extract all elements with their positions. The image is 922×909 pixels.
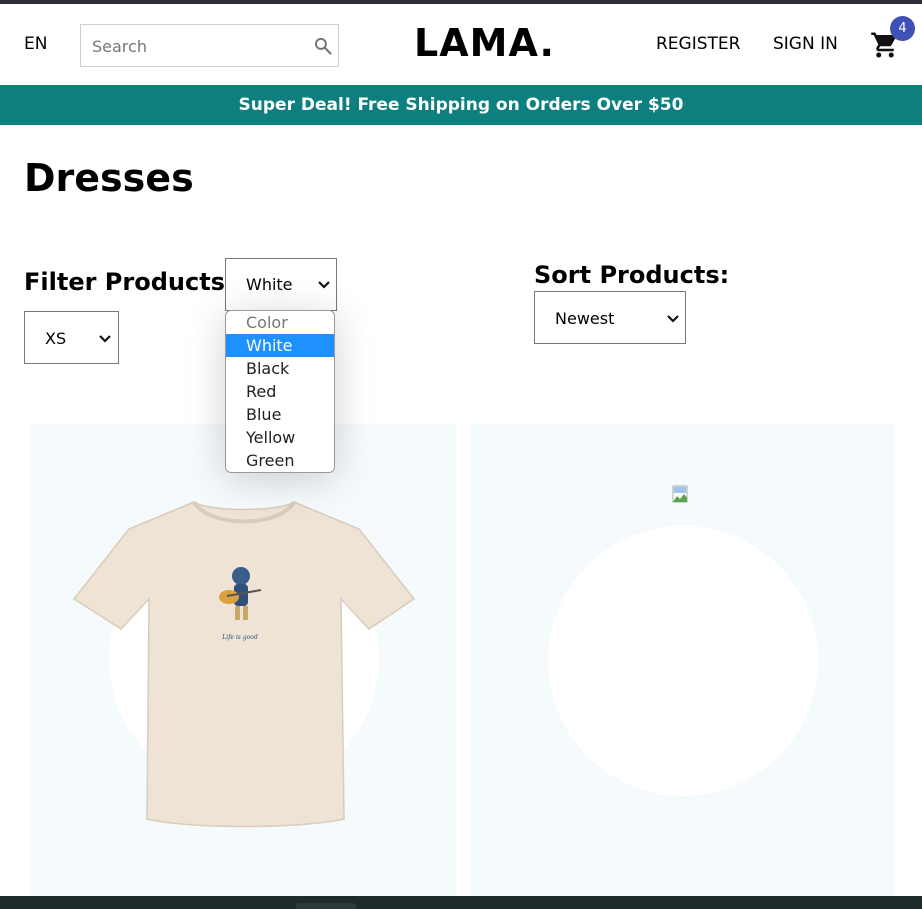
cart-badge: 4: [890, 16, 915, 41]
color-option-blue[interactable]: Blue: [226, 403, 334, 426]
chevron-down-icon: [318, 281, 330, 289]
search-input[interactable]: [90, 35, 300, 57]
chevron-down-icon: [667, 315, 679, 323]
color-option-green[interactable]: Green: [226, 449, 334, 472]
sort-label: Sort Products:: [534, 261, 730, 289]
signin-link[interactable]: SIGN IN: [773, 34, 838, 54]
chevron-down-icon: [99, 335, 111, 343]
search-icon[interactable]: [313, 36, 333, 56]
navbar: EN LAMA. REGISTER SIGN IN 4: [0, 4, 922, 85]
bottom-bar: [0, 896, 922, 909]
color-dropdown-list: Color White Black Red Blue Yellow Green: [225, 310, 335, 473]
tshirt-product-image[interactable]: Life is good: [69, 484, 419, 834]
size-filter-select[interactable]: XS: [24, 311, 119, 364]
search-container[interactable]: [80, 24, 339, 67]
sort-select-value: Newest: [555, 309, 615, 328]
size-select-value: XS: [45, 329, 67, 348]
product-card[interactable]: Life is good: [31, 424, 456, 899]
filter-label: Filter Products:: [24, 268, 235, 296]
svg-text:Life is good: Life is good: [221, 634, 258, 641]
bottom-tab: [296, 903, 356, 909]
color-option-white[interactable]: White: [226, 334, 334, 357]
color-option-color[interactable]: Color: [226, 311, 334, 334]
page-title: Dresses: [24, 156, 194, 200]
color-option-red[interactable]: Red: [226, 380, 334, 403]
logo[interactable]: LAMA.: [414, 20, 555, 66]
language-selector[interactable]: EN: [24, 34, 47, 54]
broken-image-icon: [672, 485, 688, 503]
product-card[interactable]: [470, 424, 895, 899]
color-option-black[interactable]: Black: [226, 357, 334, 380]
register-link[interactable]: REGISTER: [656, 34, 740, 54]
sort-select[interactable]: Newest: [534, 291, 686, 344]
color-select-value: White: [246, 275, 293, 294]
color-filter-select[interactable]: White: [225, 258, 337, 311]
color-option-yellow[interactable]: Yellow: [226, 426, 334, 449]
product-backdrop-circle: [548, 526, 818, 796]
announcement-bar: Super Deal! Free Shipping on Orders Over…: [0, 85, 922, 125]
